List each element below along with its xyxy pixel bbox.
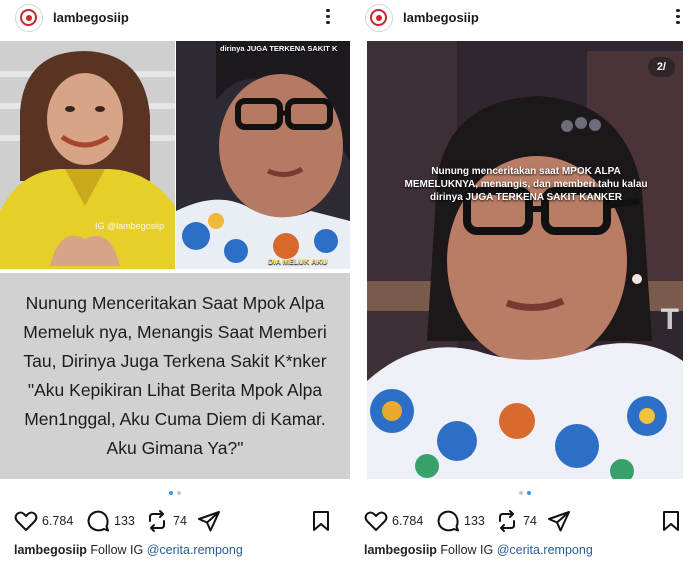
- like-count: 6.784: [392, 514, 424, 528]
- bookmark-button[interactable]: [311, 508, 331, 534]
- username[interactable]: lambegosiip: [403, 10, 479, 25]
- post-header: lambegosiip: [350, 0, 700, 36]
- like-button[interactable]: 6.784: [14, 508, 73, 534]
- share-icon: [548, 511, 570, 532]
- repost-button[interactable]: 74: [145, 508, 187, 534]
- comment-button[interactable]: 133: [436, 508, 485, 534]
- subtitle-line-3: dirinya JUGA TERKENA SAKIT KANKER: [429, 192, 623, 203]
- comment-icon: [437, 510, 459, 532]
- post-media[interactable]: 2/ Nunung menceritakan saat MPOK ALPA ME…: [350, 41, 700, 479]
- more-icon[interactable]: [674, 6, 682, 28]
- heart-icon: [14, 511, 38, 531]
- share-button[interactable]: [547, 508, 571, 534]
- carousel-dot-2: [527, 491, 531, 495]
- carousel-dot-1: [519, 491, 523, 495]
- caption-mention[interactable]: @cerita.rempong: [497, 543, 593, 557]
- post-media[interactable]: IG @lambegosiip dirinya JUGA TERKENA SAK…: [0, 41, 350, 479]
- comment-icon: [87, 510, 109, 532]
- subtitle-line-2: MEMELUKNYA, menangis, dan memberi tahu k…: [404, 179, 648, 190]
- subtitle-line-1: Nunung menceritakan saat MPOK ALPA: [431, 166, 621, 177]
- post-right: lambegosiip 2/ Nunung menceritakan saat …: [350, 0, 700, 571]
- comment-button[interactable]: 133: [86, 508, 135, 534]
- bookmark-button[interactable]: [661, 508, 681, 534]
- share-icon: [198, 511, 220, 532]
- bookmark-icon: [313, 511, 329, 531]
- caption-username[interactable]: lambegosiip: [364, 543, 437, 557]
- overlay-bottom-text: DIA MELUK AKU: [268, 257, 328, 266]
- caption-text: Follow IG: [90, 543, 144, 557]
- carousel-dots: [350, 491, 700, 497]
- photo-nunung: 2/ Nunung menceritakan saat MPOK ALPA ME…: [367, 41, 683, 479]
- like-button[interactable]: 6.784: [364, 508, 423, 534]
- action-bar: 6.784 133 74: [364, 508, 684, 534]
- comment-count: 133: [464, 514, 485, 528]
- share-button[interactable]: [197, 508, 221, 534]
- comment-count: 133: [114, 514, 135, 528]
- photo-nunung-closeup: dirinya JUGA TERKENA SAKIT K DIA MELUK A…: [176, 41, 350, 269]
- repost-count: 74: [523, 514, 537, 528]
- carousel-dot-1: [169, 491, 173, 495]
- repost-icon: [499, 510, 515, 532]
- caption-text: Follow IG: [440, 543, 494, 557]
- repost-icon: [149, 510, 165, 532]
- post-left: lambegosiip IG @lambegosiip dirinya JUGA…: [0, 0, 350, 571]
- photo-woman-yellow: IG @lambegosiip: [0, 41, 175, 269]
- username[interactable]: lambegosiip: [53, 10, 129, 25]
- video-subtitle: Nunung menceritakan saat MPOK ALPA MEMEL…: [381, 165, 671, 204]
- slide-counter: 2/: [647, 57, 675, 77]
- avatar[interactable]: [365, 4, 393, 32]
- carousel-dots: [0, 491, 350, 497]
- overlay-top-text: dirinya JUGA TERKENA SAKIT K: [220, 44, 338, 53]
- heart-icon: [364, 511, 388, 531]
- carousel-dot-2: [177, 491, 181, 495]
- slide-caption-text: Nunung Menceritakan Saat Mpok Alpa Memel…: [23, 293, 327, 458]
- post-caption: lambegosiip Follow IG @cerita.rempong: [364, 543, 593, 557]
- bookmark-icon: [663, 511, 679, 531]
- more-icon[interactable]: [324, 6, 332, 28]
- caption-username[interactable]: lambegosiip: [14, 543, 87, 557]
- post-header: lambegosiip: [0, 0, 350, 36]
- tv-logo: T: [660, 303, 679, 336]
- repost-button[interactable]: 74: [495, 508, 537, 534]
- avatar[interactable]: [15, 4, 43, 32]
- post-caption: lambegosiip Follow IG @cerita.rempong: [14, 543, 243, 557]
- watermark-text: IG @lambegosiip: [95, 221, 165, 231]
- repost-count: 74: [173, 514, 187, 528]
- action-bar: 6.784 133 74: [14, 508, 334, 534]
- caption-mention[interactable]: @cerita.rempong: [147, 543, 243, 557]
- like-count: 6.784: [42, 514, 74, 528]
- slide-caption-block: Nunung Menceritakan Saat Mpok Alpa Memel…: [0, 273, 350, 479]
